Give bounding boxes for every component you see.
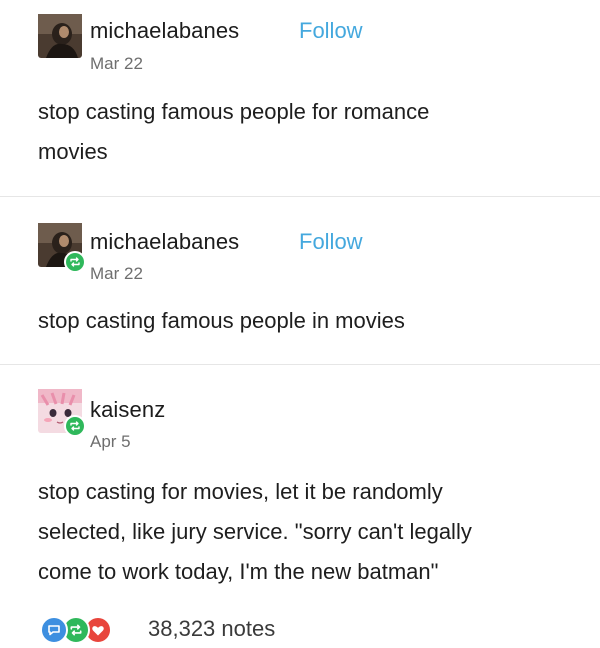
post-2: michaelabanes Follow Mar 22 stop casting… xyxy=(0,197,600,365)
reblog-icon xyxy=(70,257,80,267)
post-date[interactable]: Apr 5 xyxy=(90,432,131,452)
post-text-line: stop casting famous people for romance xyxy=(38,99,430,124)
reblog-badge xyxy=(64,251,86,273)
heart-icon xyxy=(92,625,104,635)
dark-avatar-icon xyxy=(38,14,82,58)
reblog-badge xyxy=(64,415,86,437)
reblog-arrows-icon xyxy=(70,624,82,636)
username[interactable]: kaisenz xyxy=(90,397,165,423)
reply-icon[interactable] xyxy=(40,616,68,644)
post-text-line: stop casting famous people in movies xyxy=(38,308,405,333)
user-avatar[interactable] xyxy=(38,389,86,437)
post-text-line: come to work today, I'm the new batman" xyxy=(38,559,439,584)
user-avatar[interactable] xyxy=(38,223,86,273)
post-body: stop casting for movies, let it be rando… xyxy=(38,472,578,592)
post-body: stop casting famous people for romance m… xyxy=(38,92,578,172)
post-text-line: selected, like jury service. "sorry can'… xyxy=(38,519,472,544)
post-text-line: stop casting for movies, let it be rando… xyxy=(38,479,443,504)
post-date[interactable]: Mar 22 xyxy=(90,54,143,74)
notes-count[interactable]: 38,323 notes xyxy=(148,616,275,642)
post-date[interactable]: Mar 22 xyxy=(90,264,143,284)
username[interactable]: michaelabanes xyxy=(90,229,239,255)
follow-button[interactable]: Follow xyxy=(299,18,363,44)
user-avatar[interactable] xyxy=(38,14,82,58)
username[interactable]: michaelabanes xyxy=(90,18,239,44)
post-body: stop casting famous people in movies xyxy=(38,301,578,341)
post-text-line: movies xyxy=(38,139,108,164)
speech-bubble-icon xyxy=(48,625,60,636)
post-1: michaelabanes Follow Mar 22 stop casting… xyxy=(0,0,600,195)
post-3: kaisenz Apr 5 stop casting for movies, l… xyxy=(0,365,600,605)
reblog-icon xyxy=(70,421,80,431)
follow-button[interactable]: Follow xyxy=(299,229,363,255)
